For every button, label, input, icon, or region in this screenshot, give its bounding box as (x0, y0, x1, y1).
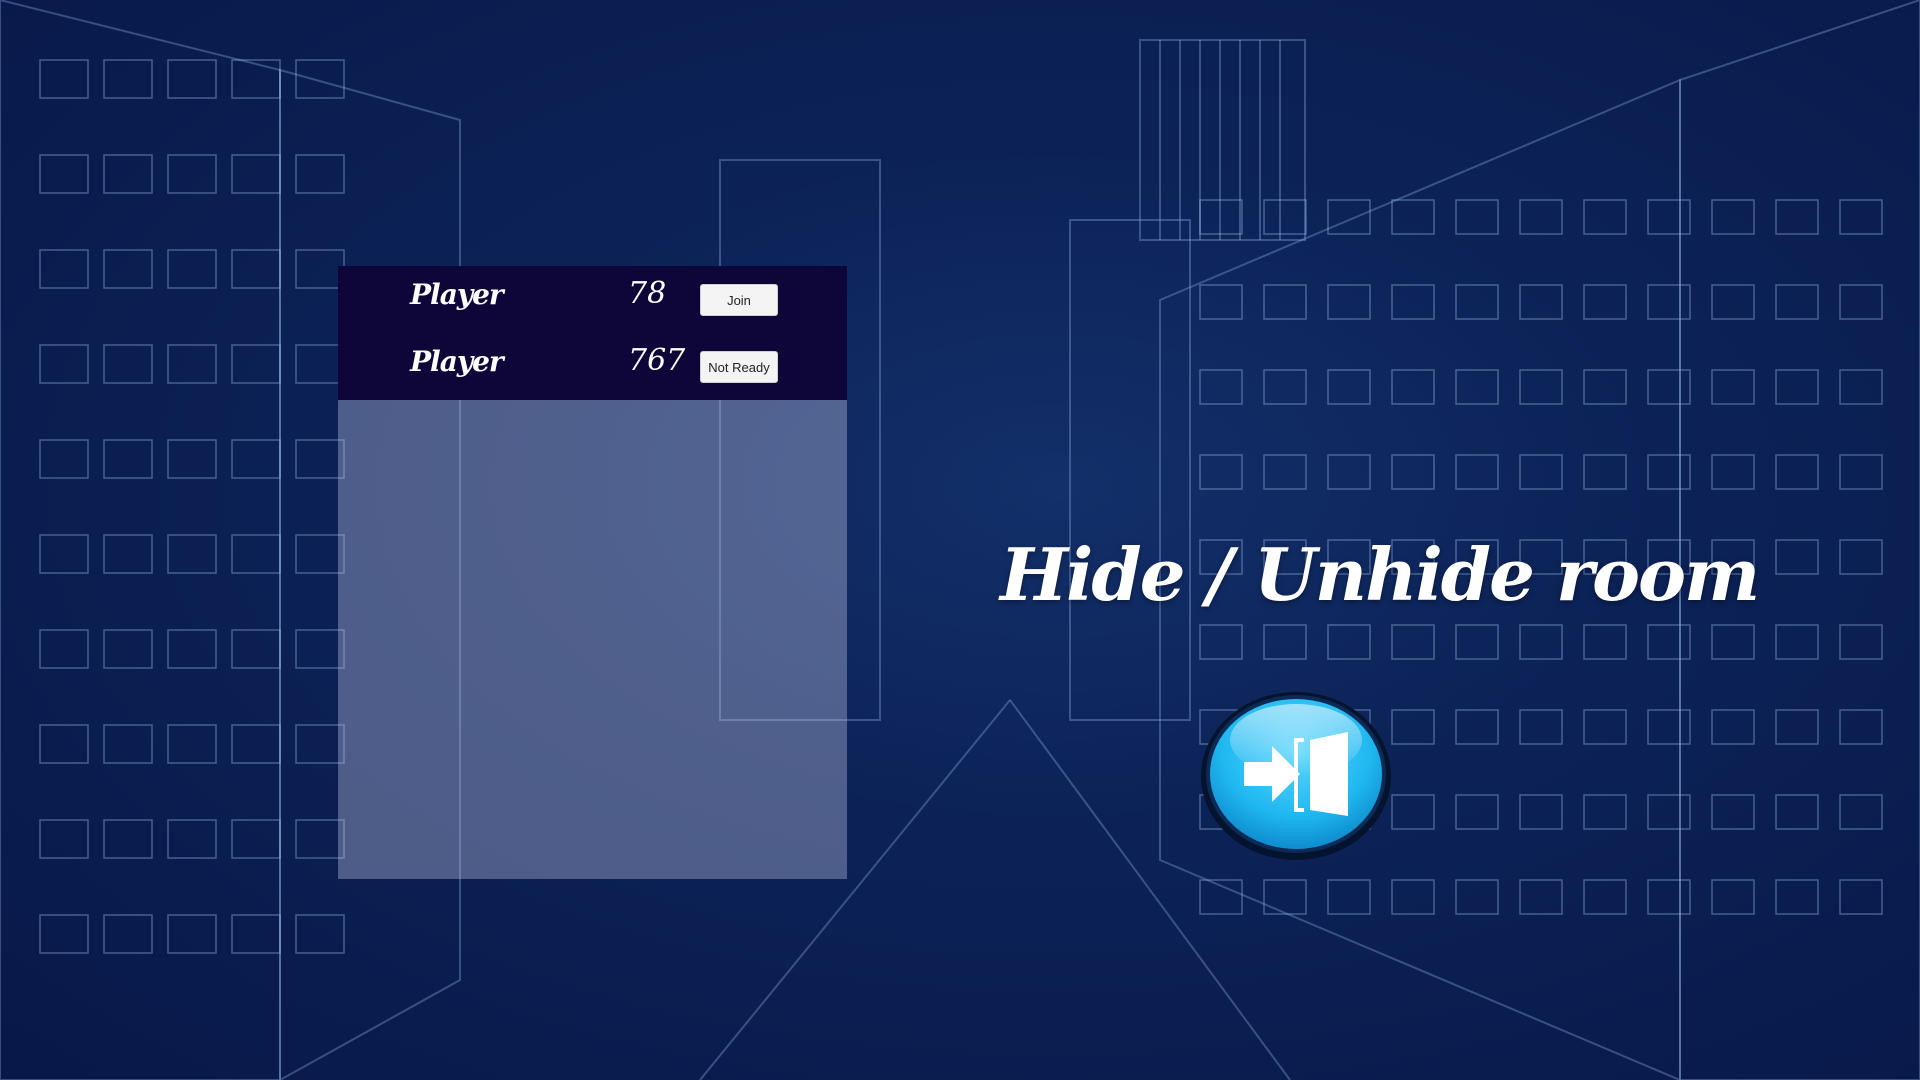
join-button[interactable]: Join (700, 284, 778, 316)
player-name: Player (410, 345, 504, 378)
exit-room-button[interactable] (1200, 688, 1392, 860)
lobby-panel: Player 78 Join Player 767 Not Ready (338, 266, 847, 879)
game-scene: Player 78 Join Player 767 Not Ready Hide… (0, 0, 1920, 1080)
player-name: Player (410, 278, 504, 311)
hide-unhide-room-label: Hide / Unhide room (1000, 532, 1760, 617)
exit-door-icon (1201, 692, 1391, 860)
player-score: 78 (628, 276, 667, 311)
player-row: Player 78 Join (338, 266, 847, 333)
player-list: Player 78 Join Player 767 Not Ready (338, 266, 847, 400)
player-score: 767 (628, 343, 686, 378)
not-ready-button[interactable]: Not Ready (700, 351, 778, 383)
player-row: Player 767 Not Ready (338, 333, 847, 400)
